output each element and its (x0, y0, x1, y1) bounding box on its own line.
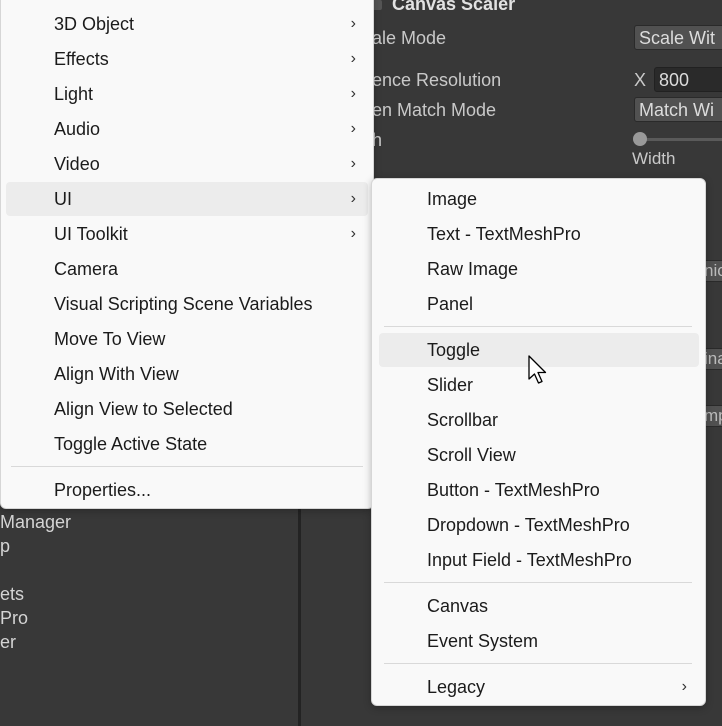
menu-item-label: Dropdown - TextMeshPro (427, 515, 630, 535)
hierarchy-item[interactable]: Pro (0, 608, 28, 629)
scale-mode-dropdown[interactable]: Scale Wit (634, 25, 722, 50)
screen-match-mode-dropdown[interactable]: Match Wi (634, 97, 722, 122)
submenu-item-raw-image[interactable]: Raw Image (379, 252, 699, 286)
menu-item-visual-scripting-scene-variables[interactable]: Visual Scripting Scene Variables (6, 287, 368, 321)
chevron-right-icon: › (350, 120, 356, 137)
menu-item-light[interactable]: Light › (6, 77, 368, 111)
menu-separator (384, 663, 692, 664)
chevron-right-icon: › (350, 85, 356, 102)
menu-item-label: UI (54, 189, 72, 209)
submenu-item-event-system[interactable]: Event System (379, 624, 699, 658)
menu-item-properties[interactable]: Properties... (6, 473, 368, 507)
menu-item-label: Canvas (427, 596, 489, 616)
submenu-item-image[interactable]: Image (379, 182, 699, 216)
menu-item-label: Move To View (54, 329, 166, 349)
menu-item-label: Raw Image (427, 259, 519, 279)
menu-item-label: Video (54, 154, 100, 174)
menu-item-label: Event System (427, 631, 539, 651)
match-slider-label: Width (632, 149, 676, 168)
menu-item-label: Button - TextMeshPro (427, 480, 600, 500)
menu-item-toggle-active-state[interactable]: Toggle Active State (6, 427, 368, 461)
menu-separator (384, 582, 692, 583)
menu-item-label: Toggle Active State (54, 434, 208, 454)
menu-item-label: Scrollbar (427, 410, 499, 430)
chevron-right-icon: › (681, 678, 687, 695)
chevron-right-icon: › (350, 155, 356, 172)
hierarchy-item[interactable]: p (0, 536, 10, 557)
chevron-right-icon: › (350, 190, 356, 207)
ui-submenu: Image Text - TextMeshPro Raw Image Panel… (371, 178, 706, 706)
submenu-item-scrollbar[interactable]: Scrollbar (379, 403, 699, 437)
menu-item-label: Align View to Selected (54, 399, 233, 419)
submenu-item-text-textmeshpro[interactable]: Text - TextMeshPro (379, 217, 699, 251)
menu-item-label: Slider (427, 375, 474, 395)
menu-item-label: Toggle (427, 340, 481, 360)
menu-item-label: Align With View (54, 364, 179, 384)
menu-separator (384, 326, 692, 327)
menu-item-label: Visual Scripting Scene Variables (54, 294, 313, 314)
submenu-item-input-field-textmeshpro[interactable]: Input Field - TextMeshPro (379, 543, 699, 577)
submenu-item-canvas[interactable]: Canvas (379, 589, 699, 623)
hierarchy-item[interactable]: er (0, 632, 16, 653)
menu-item-3d-object[interactable]: 3D Object › (6, 7, 368, 41)
scale-mode-label: ale Mode (372, 28, 447, 48)
menu-item-label: Effects (54, 49, 109, 69)
menu-separator (11, 466, 363, 467)
hierarchy-item[interactable]: Manager (0, 512, 71, 533)
menu-item-label: Camera (54, 259, 119, 279)
menu-item-label: Panel (427, 294, 474, 314)
submenu-item-dropdown-textmeshpro[interactable]: Dropdown - TextMeshPro (379, 508, 699, 542)
menu-item-label: Audio (54, 119, 101, 139)
match-slider-knob[interactable] (633, 132, 647, 146)
menu-item-move-to-view[interactable]: Move To View (6, 322, 368, 356)
menu-item-label: 3D Object (54, 14, 135, 34)
menu-item-label: Light (54, 84, 94, 104)
gameobject-context-menu: 3D Object › Effects › Light › Audio › Video ›… (0, 0, 374, 509)
menu-item-label: Properties... (54, 480, 152, 500)
submenu-item-scroll-view[interactable]: Scroll View (379, 438, 699, 472)
menu-item-align-view-to-selected[interactable]: Align View to Selected (6, 392, 368, 426)
component-title: Canvas Scaler (392, 0, 516, 14)
submenu-item-panel[interactable]: Panel (379, 287, 699, 321)
menu-item-label: Input Field - TextMeshPro (427, 550, 632, 570)
chevron-right-icon: › (350, 15, 356, 32)
menu-item-label: Text - TextMeshPro (427, 224, 581, 244)
menu-item-effects[interactable]: Effects › (6, 42, 368, 76)
menu-item-label: Scroll View (427, 445, 516, 465)
hierarchy-item[interactable]: ets (0, 584, 24, 605)
submenu-item-legacy[interactable]: Legacy › (379, 670, 699, 704)
chevron-right-icon: › (350, 50, 356, 67)
mouse-pointer-icon (528, 355, 547, 384)
res-x-label: X (634, 70, 647, 90)
chevron-right-icon: › (350, 225, 356, 242)
menu-item-label: Legacy (427, 677, 486, 697)
menu-item-label: Image (427, 189, 478, 209)
menu-item-audio[interactable]: Audio › (6, 112, 368, 146)
menu-item-align-with-view[interactable]: Align With View (6, 357, 368, 391)
reference-resolution-label: ence Resolution (372, 70, 502, 90)
submenu-item-button-textmeshpro[interactable]: Button - TextMeshPro (379, 473, 699, 507)
menu-item-camera[interactable]: Camera (6, 252, 368, 286)
screen-match-mode-label: en Match Mode (372, 100, 497, 120)
match-slider[interactable] (640, 138, 722, 141)
res-x-field[interactable]: 800 (654, 67, 722, 92)
menu-item-label: UI Toolkit (54, 224, 128, 244)
menu-item-video[interactable]: Video › (6, 147, 368, 181)
menu-item-ui-toolkit[interactable]: UI Toolkit › (6, 217, 368, 251)
menu-item-ui[interactable]: UI › (6, 182, 368, 216)
